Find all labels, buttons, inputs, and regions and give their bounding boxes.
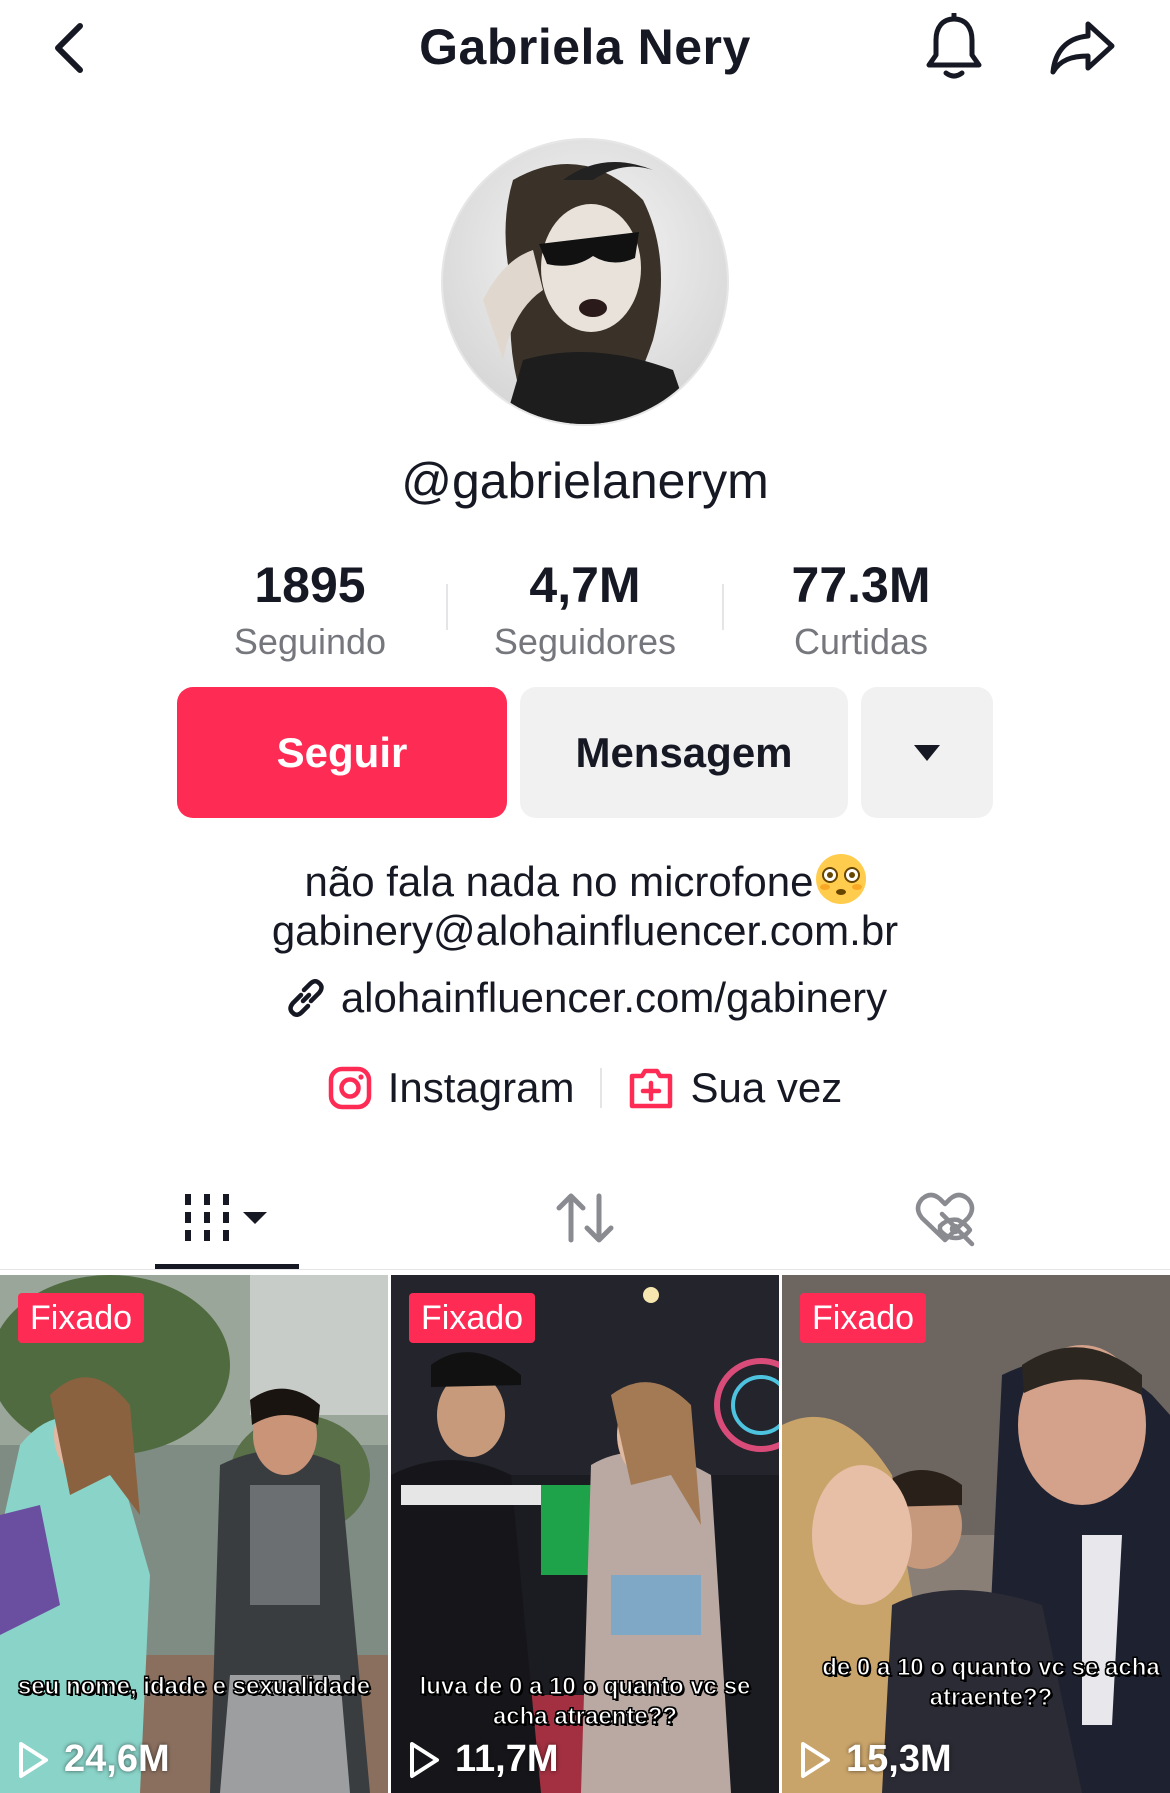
sua-vez-label: Sua vez (690, 1064, 843, 1111)
link-text: alohainfluencer.com/gabinery (340, 974, 888, 1021)
bio-email: gabinery@alohainfluencer.com.br (271, 907, 899, 954)
top-bar: Gabriela Nery (0, 0, 1170, 100)
share-button[interactable] (1045, 12, 1121, 84)
play-outline-icon (19, 1741, 48, 1778)
stat-divider (722, 584, 724, 630)
video-thumbnail (782, 1275, 1170, 1793)
play-outline-icon (801, 1741, 830, 1778)
sua-vez-button[interactable]: Sua vez (628, 1064, 842, 1112)
stat-divider (446, 584, 448, 630)
view-count-text: 11,7M (455, 1738, 559, 1780)
social-links: Instagram Sua vez (0, 1064, 1170, 1112)
avatar-photo (443, 140, 727, 424)
following-count: 1895 (254, 557, 366, 613)
pinned-badge: Fixado (18, 1293, 145, 1343)
instagram-icon (328, 1066, 371, 1110)
stat-likes[interactable]: 77.3M Curtidas (736, 556, 986, 668)
avatar[interactable] (441, 138, 729, 426)
video-caption: seu nome, idade e sexualidade (17, 1673, 371, 1701)
stat-following[interactable]: 1895 Seguindo (185, 556, 435, 668)
tab-liked[interactable] (880, 1168, 1010, 1268)
stat-followers[interactable]: 4,7M Seguidores (460, 556, 710, 668)
more-options-button[interactable] (861, 687, 993, 818)
tab-videos[interactable] (155, 1168, 299, 1268)
page-title: Gabriela Nery (419, 19, 751, 75)
notifications-button[interactable] (918, 12, 990, 84)
add-video-icon (630, 1068, 673, 1109)
tab-reposts[interactable] (520, 1168, 650, 1268)
followers-count: 4,7M (529, 557, 641, 613)
video-tile-1[interactable]: Fixado seu nome, idade e sexualidade 24,… (0, 1275, 388, 1793)
view-count: 24,6M (16, 1738, 170, 1781)
pinned-badge: Fixado (409, 1293, 536, 1343)
following-label: Seguindo (233, 621, 387, 662)
flushed-face-icon (815, 854, 866, 904)
video-caption: luva de 0 a 10 o quanto vc se acha atrae… (419, 1673, 751, 1731)
view-count: 11,7M (407, 1738, 559, 1781)
followers-label: Seguidores (493, 621, 677, 662)
view-count: 15,3M (798, 1738, 952, 1781)
video-caption: de 0 a 10 o quanto vc se acha atraente?? (822, 1654, 1160, 1712)
tabs-divider (0, 1269, 1170, 1270)
likes-label: Curtidas (793, 621, 929, 662)
profile-link[interactable]: alohainfluencer.com/gabinery (0, 974, 1170, 1022)
repost-icon (556, 1193, 614, 1243)
social-divider (600, 1068, 603, 1108)
pinned-badge: Fixado (800, 1293, 927, 1343)
play-outline-icon (410, 1741, 439, 1778)
video-thumbnail (0, 1275, 388, 1793)
hidden-heart-icon (915, 1192, 975, 1247)
view-count-text: 15,3M (846, 1738, 952, 1780)
username: @gabrielanerym (401, 453, 769, 509)
message-button[interactable]: Mensagem (520, 687, 848, 818)
video-tile-3[interactable]: Fixado de 0 a 10 o quanto vc se acha atr… (782, 1275, 1170, 1793)
bell-icon (926, 13, 982, 79)
grid-columns-icon (185, 1194, 267, 1241)
view-count-text: 24,6M (64, 1738, 170, 1780)
instagram-link[interactable]: Instagram (328, 1064, 575, 1112)
bio-text: não fala nada no microfone (304, 858, 814, 905)
video-tile-2[interactable]: Fixado luva de 0 a 10 o quanto vc se ach… (391, 1275, 779, 1793)
caret-down-icon (914, 744, 940, 761)
follow-button[interactable]: Seguir (177, 687, 507, 818)
share-arrow-icon (1050, 21, 1115, 75)
likes-count: 77.3M (791, 557, 931, 613)
instagram-label: Instagram (387, 1064, 575, 1111)
bio-line: não fala nada no microfone (0, 854, 1170, 908)
link-icon (288, 979, 324, 1017)
